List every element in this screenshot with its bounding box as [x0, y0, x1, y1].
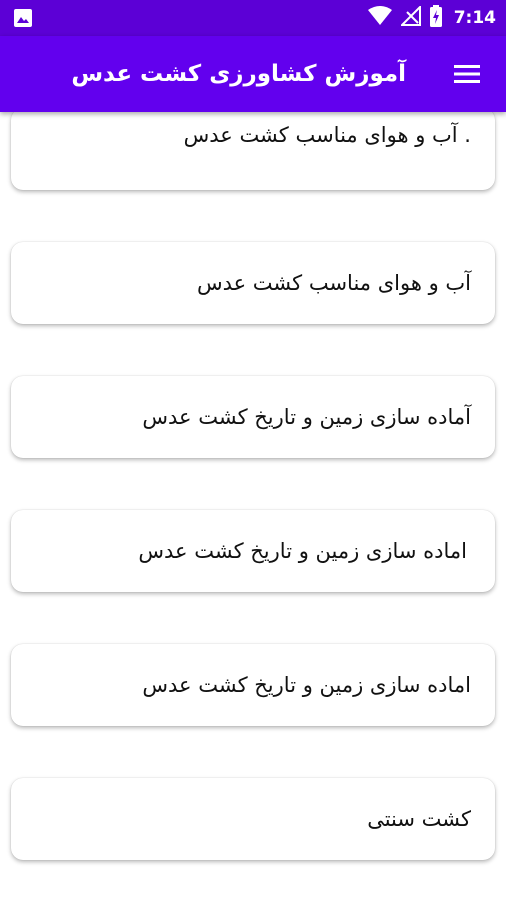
- status-bar: 7:14: [0, 0, 506, 36]
- list-item[interactable]: اماده سازی زمین و تاریخ کشت عدس: [11, 510, 495, 592]
- list-item-label: آماده سازی زمین و تاریخ کشت عدس: [142, 405, 471, 429]
- list-item[interactable]: . آب و هوای مناسب کشت عدس: [11, 112, 495, 190]
- list-item[interactable]: کشت سنتی: [11, 778, 495, 860]
- list-item-label: . آب و هوای مناسب کشت عدس: [183, 123, 471, 147]
- list-item-label: آب و هوای مناسب کشت عدس: [196, 271, 471, 295]
- topic-list[interactable]: . آب و هوای مناسب کشت عدس آب و هوای مناس…: [0, 112, 506, 900]
- page-title: آموزش کشاورزی کشت عدس: [71, 61, 406, 87]
- hamburger-menu-icon[interactable]: [452, 62, 482, 86]
- list-item[interactable]: آب و هوای مناسب کشت عدس: [11, 242, 495, 324]
- app-bar: آموزش کشاورزی کشت عدس: [0, 36, 506, 112]
- list-item-label: اماده سازی زمین و تاریخ کشت عدس: [138, 539, 467, 563]
- wifi-icon: [367, 6, 392, 30]
- no-signal-icon: [399, 4, 421, 30]
- battery-charging-icon: [429, 5, 442, 31]
- status-time: 7:14: [453, 8, 496, 28]
- list-item-label: کشت سنتی: [367, 807, 471, 831]
- list-item[interactable]: آماده سازی زمین و تاریخ کشت عدس: [11, 376, 495, 458]
- image-icon: [14, 9, 32, 27]
- list-item[interactable]: اماده سازی زمین و تاریخ کشت عدس: [11, 644, 495, 726]
- status-icons: 7:14: [367, 4, 496, 31]
- list-item-label: اماده سازی زمین و تاریخ کشت عدس: [142, 673, 471, 697]
